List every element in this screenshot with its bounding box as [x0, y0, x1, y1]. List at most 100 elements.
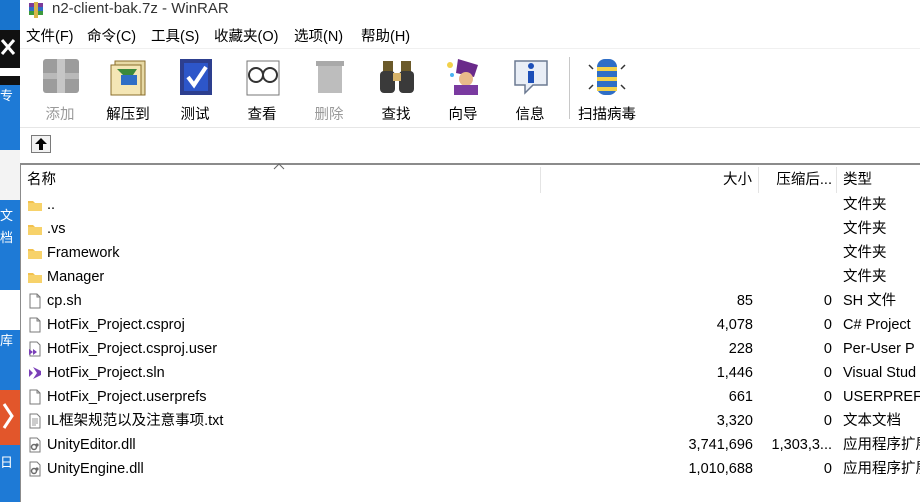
file-name: Manager [47, 269, 105, 285]
file-name: Framework [47, 245, 120, 261]
file-type: 应用程序扩展 [843, 437, 920, 453]
column-name-label: 名称 [27, 172, 56, 188]
toolbar-separator [569, 57, 570, 119]
table-row[interactable]: cp.sh 85 0 SH 文件 [21, 289, 920, 313]
file-name: HotFix_Project.sln [47, 365, 165, 381]
file-name: cp.sh [47, 293, 82, 309]
table-row[interactable]: HotFix_Project.csproj 4,078 0 C# Project [21, 313, 920, 337]
info-label: 信息 [515, 107, 545, 123]
title-bar[interactable]: n2-client-bak.7z - WinRAR [20, 0, 920, 22]
menu-file[interactable]: 文件(F) [26, 26, 74, 48]
table-row[interactable]: .vs 文件夹 [21, 217, 920, 241]
up-one-level-button[interactable] [31, 135, 51, 153]
table-row[interactable]: UnityEngine.dll 1,010,688 0 应用程序扩展 [21, 457, 920, 481]
menu-options[interactable]: 选项(N) [294, 26, 343, 48]
file-type: C# Project [843, 317, 911, 333]
file-list[interactable]: 名称 大小 压缩后... 类型 .. 文件夹 .vs 文件夹 Framework 文件夹 M… [20, 163, 920, 502]
table-row[interactable]: UnityEditor.dll 3,741,696 1,303,3... 应用程序扩展 [21, 433, 920, 457]
column-header-name[interactable]: 名称 [21, 163, 541, 193]
file-name: IL框架规范以及注意事项.txt [47, 413, 224, 429]
file-type: 文件夹 [843, 221, 887, 237]
file-size [541, 193, 753, 217]
test-label: 测试 [180, 107, 210, 123]
menu-help[interactable]: 帮助(H) [361, 26, 410, 48]
file-type: 应用程序扩展 [843, 461, 920, 477]
folder-icon [28, 249, 42, 259]
file-size: 4,078 [716, 317, 753, 333]
view-button[interactable]: 查看 [232, 55, 292, 125]
table-row[interactable]: HotFix_Project.userprefs 661 0 USERPREFS [21, 385, 920, 409]
file-size [541, 241, 753, 265]
desktop-app-icon[interactable] [0, 290, 20, 330]
column-header-size[interactable]: 大小 [541, 167, 759, 193]
desktop-label: 文档 [0, 208, 14, 245]
file-type: 文件夹 [843, 269, 887, 285]
wizard-button[interactable]: 向导 [433, 55, 493, 125]
desktop-doc-icon[interactable] [0, 150, 20, 200]
folder-icon [28, 273, 42, 283]
find-label: 查找 [381, 107, 411, 123]
virus-scan-button[interactable]: 扫描病毒 [576, 55, 638, 125]
menu-commands[interactable]: 命令(C) [87, 26, 136, 48]
add-label: 添加 [45, 107, 75, 123]
file-icon [29, 389, 41, 405]
virus-scan-icon [588, 59, 626, 95]
file-type: 文本文档 [843, 413, 901, 429]
file-size: 3,320 [716, 413, 753, 429]
file-name: HotFix_Project.csproj [47, 317, 185, 333]
table-row[interactable]: Manager 文件夹 [21, 265, 920, 289]
file-type: 文件夹 [843, 197, 887, 213]
file-packed-size: 0 [823, 389, 832, 405]
table-row[interactable]: .. 文件夹 [21, 193, 920, 217]
menu-favorites[interactable]: 收藏夹(O) [214, 26, 278, 48]
delete-button[interactable]: 删除 [299, 55, 359, 125]
file-size: 3,741,696 [688, 437, 753, 453]
file-size [541, 217, 753, 241]
table-row[interactable]: Framework 文件夹 [21, 241, 920, 265]
file-packed-size: 0 [823, 461, 832, 477]
winrar-app-icon [29, 2, 43, 18]
file-size: 1,446 [716, 365, 753, 381]
add-button[interactable]: 添加 [30, 55, 90, 125]
desktop-icon-top[interactable] [0, 0, 20, 30]
file-size [541, 265, 753, 289]
file-list-header: 名称 大小 压缩后... 类型 [21, 163, 920, 193]
desktop-app-icon[interactable] [0, 390, 20, 445]
file-name: UnityEngine.dll [47, 461, 144, 477]
window-title: n2-client-bak.7z - WinRAR [52, 0, 229, 17]
test-button[interactable]: 测试 [165, 55, 225, 125]
info-button[interactable]: 信息 [500, 55, 560, 125]
view-icon [246, 60, 280, 96]
file-packed-size [761, 193, 832, 217]
table-row[interactable]: IL框架规范以及注意事项.txt 3,320 0 文本文档 [21, 409, 920, 433]
file-size: 661 [728, 389, 753, 405]
column-header-packed[interactable]: 压缩后... [759, 167, 837, 193]
desktop-strip: 专 文档 库 日 [0, 0, 20, 502]
column-header-type[interactable]: 类型 [837, 167, 920, 193]
sort-ascending-icon [273, 163, 285, 170]
file-type: SH 文件 [843, 293, 897, 309]
menu-tools[interactable]: 工具(S) [151, 26, 199, 48]
desktop-label: 库 [0, 333, 14, 348]
file-packed-size: 0 [823, 341, 832, 357]
toolbar: 添加 解压到 测试 查看 删除 查找 向导 信息 扫描病毒 [20, 48, 920, 127]
text-file-icon [29, 413, 41, 429]
extract-to-button[interactable]: 解压到 [98, 55, 158, 125]
file-name: HotFix_Project.userprefs [47, 389, 207, 405]
desktop-app-icon[interactable] [0, 30, 20, 85]
folder-icon [28, 201, 42, 211]
file-icon [29, 317, 41, 333]
find-button[interactable]: 查找 [366, 55, 426, 125]
dll-icon [29, 461, 41, 477]
file-packed-size: 0 [823, 293, 832, 309]
file-type: 文件夹 [843, 245, 887, 261]
file-name: .vs [47, 221, 66, 237]
table-row[interactable]: HotFix_Project.sln 1,446 0 Visual Stud [21, 361, 920, 385]
file-icon [29, 293, 41, 309]
file-name: .. [47, 197, 56, 213]
path-bar [20, 127, 920, 162]
table-row[interactable]: HotFix_Project.csproj.user 228 0 Per-User P [21, 337, 920, 361]
extract-to-label: 解压到 [106, 107, 150, 123]
menu-bar: 文件(F) 命令(C) 工具(S) 收藏夹(O) 选项(N) 帮助(H) [20, 26, 920, 48]
wizard-icon [447, 59, 478, 95]
